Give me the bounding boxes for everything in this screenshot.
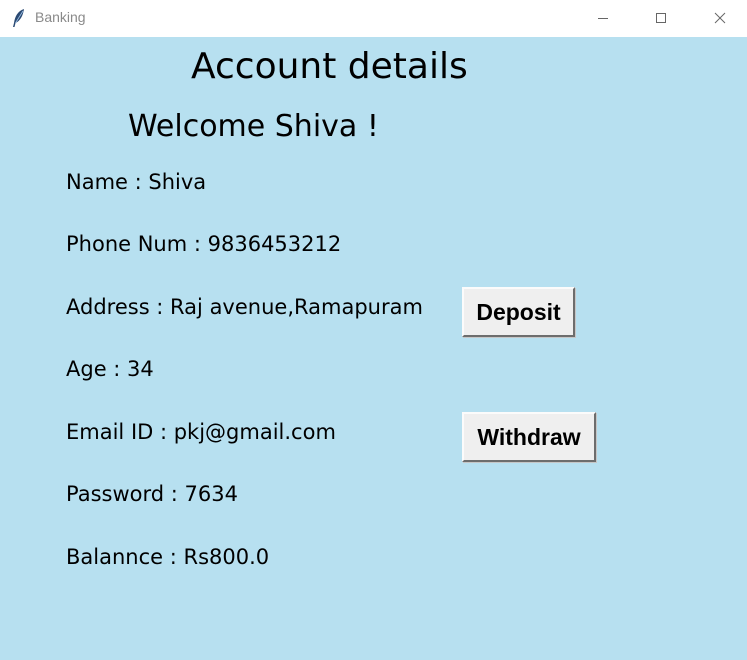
email-label: Email ID : pkj@gmail.com xyxy=(66,420,336,444)
deposit-button[interactable]: Deposit xyxy=(462,287,575,337)
maximize-button[interactable] xyxy=(638,0,684,36)
window-title: Banking xyxy=(35,9,86,25)
phone-label: Phone Num : 9836453212 xyxy=(66,232,342,256)
minimize-icon xyxy=(597,9,609,28)
account-panel: Account details Welcome Shiva ! Name : S… xyxy=(0,37,747,660)
close-button[interactable] xyxy=(697,0,743,36)
name-label: Name : Shiva xyxy=(66,170,207,194)
close-icon xyxy=(714,9,726,28)
feather-icon xyxy=(12,8,26,28)
title-bar: Banking xyxy=(0,0,747,36)
page-title: Account details xyxy=(191,46,468,87)
age-label: Age : 34 xyxy=(66,357,154,381)
password-label: Password : 7634 xyxy=(66,482,238,506)
withdraw-button[interactable]: Withdraw xyxy=(462,412,596,462)
maximize-icon xyxy=(655,9,667,28)
minimize-button[interactable] xyxy=(580,0,626,36)
banking-window: Banking Account details Welcome Shiva ! … xyxy=(0,0,747,660)
balance-label: Balannce : Rs800.0 xyxy=(66,545,270,569)
welcome-message: Welcome Shiva ! xyxy=(128,109,379,144)
address-label: Address : Raj avenue,Ramapuram xyxy=(66,295,423,319)
